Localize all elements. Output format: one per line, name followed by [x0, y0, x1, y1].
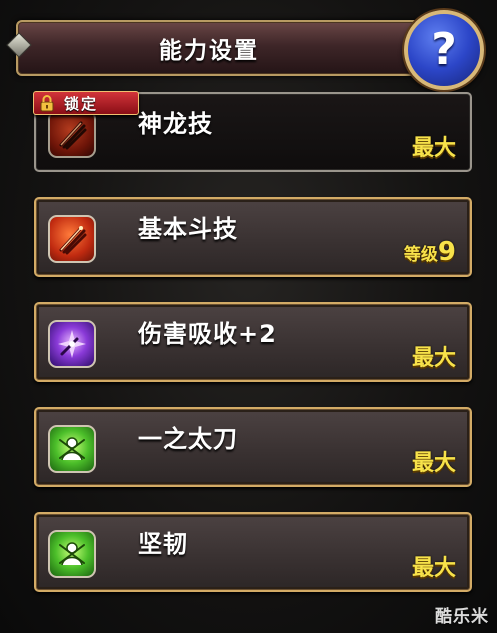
- skill-card[interactable]: 一之太刀 最大: [34, 407, 472, 487]
- skill-card[interactable]: 伤害吸收+2 最大: [34, 302, 472, 382]
- skill-card[interactable]: 坚韧 最大: [34, 512, 472, 592]
- level-value: 9: [437, 237, 456, 267]
- skill-icon: [48, 110, 96, 158]
- skill-name: 伤害吸收+2: [138, 320, 277, 348]
- skill-icon: [48, 215, 96, 263]
- title-bar: 能力设置: [6, 20, 462, 76]
- watermark: 酷乐米: [435, 607, 489, 627]
- question-mark-icon: ?: [431, 24, 457, 75]
- padlock-icon: [34, 92, 60, 114]
- skill-icon: [48, 425, 96, 473]
- shield-burst-icon: [58, 330, 86, 358]
- help-button[interactable]: ?: [404, 10, 484, 90]
- skill-name: 基本斗技: [138, 215, 238, 243]
- skill-level: 最大: [411, 556, 456, 581]
- warrior-crest-icon: [59, 542, 85, 566]
- skill-name: 神龙技: [138, 110, 213, 138]
- level-prefix: 等级: [403, 245, 438, 265]
- skill-level: 最大: [411, 451, 456, 476]
- skill-name: 坚韧: [138, 530, 188, 558]
- skill-card[interactable]: 基本斗技 等级9: [34, 197, 472, 277]
- skill-icon: [48, 320, 96, 368]
- crossed-swords-icon: [59, 121, 87, 150]
- skill-level: 最大: [411, 136, 456, 161]
- skill-level: 最大: [411, 346, 456, 371]
- page-title: 能力设置: [159, 38, 259, 64]
- warrior-crest-icon: [59, 437, 85, 461]
- skill-level: 等级9: [404, 237, 456, 267]
- crossed-swords-icon: [59, 226, 87, 255]
- lock-badge: 锁定: [33, 91, 139, 115]
- skill-name: 一之太刀: [138, 425, 238, 453]
- lock-label: 锁定: [64, 94, 99, 113]
- skill-icon: [48, 530, 96, 578]
